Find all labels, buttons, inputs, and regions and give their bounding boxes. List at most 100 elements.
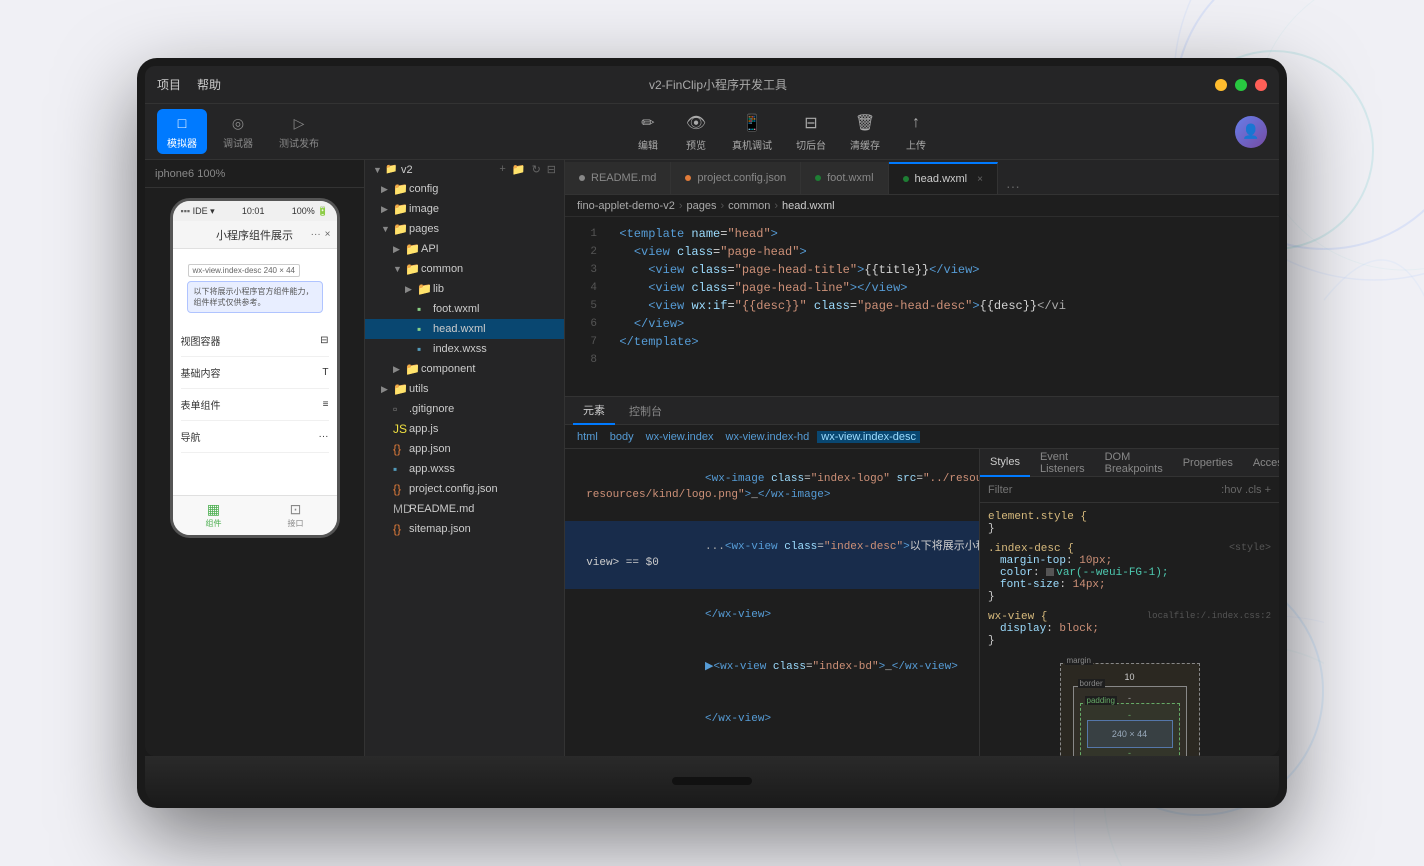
collapse-icon[interactable]: ⊟ (547, 163, 556, 176)
tree-item-utils[interactable]: ▶ 📁 utils (365, 379, 564, 399)
tree-item-app-json[interactable]: ▶ {} app.json (365, 439, 564, 459)
code-editor[interactable]: 1 2 3 4 5 6 7 8 <template name="head"> <… (565, 217, 1279, 396)
tree-item-component[interactable]: ▶ 📁 component (365, 359, 564, 379)
line-num-7: 7 (565, 333, 597, 351)
bottom-tab-elements[interactable]: 元素 (573, 397, 615, 425)
new-folder-icon[interactable]: 📁 (512, 163, 526, 176)
styles-tab-properties[interactable]: Properties (1173, 449, 1243, 477)
menu-item-nav[interactable]: 导航 ··· (181, 421, 329, 453)
bottom-tab-console[interactable]: 控制台 (619, 397, 672, 425)
tree-item-image[interactable]: ▶ 📁 image (365, 199, 564, 219)
breadcrumb-pages[interactable]: pages (687, 200, 717, 212)
refresh-icon[interactable]: ↻ (532, 163, 541, 176)
debug-button[interactable]: ◎ 调试器 (213, 109, 263, 154)
tree-item-sitemap[interactable]: ▶ {} sitemap.json (365, 519, 564, 539)
tree-item-lib[interactable]: ▶ 📁 lib (365, 279, 564, 299)
preview-icon: 👁 (684, 111, 708, 135)
toolbar-actions: ✏ 编辑 👁 预览 📱 真机调试 ⊟ 切后台 (337, 111, 1227, 152)
image-label: image (409, 203, 439, 215)
styles-tab-styles[interactable]: Styles (980, 449, 1030, 477)
elem-html[interactable]: html (573, 431, 602, 443)
minimize-button[interactable] (1215, 79, 1227, 91)
app-title-text: v2-FinClip小程序开发工具 (649, 78, 787, 92)
device-debug-action[interactable]: 📱 真机调试 (732, 111, 772, 152)
breadcrumb-root[interactable]: fino-applet-demo-v2 (577, 200, 675, 212)
tree-item-app-wxss[interactable]: ▶ ▪ app.wxss (365, 459, 564, 479)
folder-icon-api: 📁 (405, 242, 421, 256)
styles-filter-input[interactable] (988, 484, 1213, 496)
file-icon-project-config: {} (393, 482, 409, 496)
close-nav-icon[interactable]: × (325, 229, 331, 240)
tab-foot-wxml[interactable]: foot.wxml (801, 162, 888, 194)
preview-action[interactable]: 👁 预览 (684, 111, 708, 152)
tab-components[interactable]: ▦ 组件 (173, 496, 255, 535)
head-wxml-tab-close[interactable]: × (977, 174, 983, 185)
toolbar-mode-buttons: □ 模拟器 ◎ 调试器 ▷ 测试发布 (157, 109, 329, 154)
menu-help[interactable]: 帮助 (197, 76, 221, 93)
styles-tab-event-listeners[interactable]: Event Listeners (1030, 449, 1095, 477)
menu-project[interactable]: 项目 (157, 76, 181, 93)
tab-more-button[interactable]: ··· (998, 178, 1028, 194)
edit-action[interactable]: ✏ 编辑 (636, 111, 660, 152)
more-icon[interactable]: ··· (311, 229, 321, 240)
style-rule-index-desc: .index-desc { <style> margin-top: 10px; … (980, 539, 1279, 607)
html-line-5[interactable]: </wx-view> (565, 693, 979, 745)
tree-item-app-js[interactable]: ▶ JS app.js (365, 419, 564, 439)
breadcrumb-current[interactable]: head.wxml (782, 200, 835, 212)
app-nav-title: 小程序组件展示 (216, 227, 293, 243)
cut-action[interactable]: ⊟ 切后台 (796, 111, 826, 152)
tree-item-api[interactable]: ▶ 📁 API (365, 239, 564, 259)
styles-tab-accessibility[interactable]: Accessibility (1243, 449, 1279, 477)
tree-item-gitignore[interactable]: ▶ ▫ .gitignore (365, 399, 564, 419)
tree-item-readme[interactable]: ▶ MD README.md (365, 499, 564, 519)
styles-tabs-bar: Styles Event Listeners DOM Breakpoints P… (980, 449, 1279, 477)
html-line-4[interactable]: ▶<wx-view class="index-bd">_</wx-view> (565, 641, 979, 693)
tree-item-project-config[interactable]: ▶ {} project.config.json (365, 479, 564, 499)
html-line-3[interactable]: </wx-view> (565, 589, 979, 641)
upload-action[interactable]: ↑ 上传 (904, 111, 928, 152)
tree-item-foot-wxml[interactable]: ▶ ▪ foot.wxml (365, 299, 564, 319)
styles-tab-dom-breakpoints[interactable]: DOM Breakpoints (1095, 449, 1173, 477)
content-size: 240 × 44 (1112, 729, 1147, 739)
tab-head-wxml[interactable]: head.wxml × (889, 162, 998, 194)
new-file-icon[interactable]: + (499, 163, 505, 176)
html-tree[interactable]: <wx-image class="index-logo" src="../res… (565, 449, 979, 756)
tab-readme[interactable]: README.md (565, 162, 671, 194)
menu-item-views[interactable]: 视图容器 ⊟ (181, 325, 329, 357)
phone-frame: ▪▪▪ IDE ▾ 10:01 100% 🔋 (170, 198, 340, 538)
close-button[interactable] (1255, 79, 1267, 91)
folder-icon-pages: 📁 (393, 222, 409, 236)
line-num-4: 4 (565, 279, 597, 297)
element-label: wx-view.index-desc 240 × 44 (188, 264, 301, 277)
elem-wx-view-index-desc[interactable]: wx-view.index-desc (817, 431, 920, 443)
menu-icon-basic: T (322, 367, 328, 378)
tree-item-config[interactable]: ▶ 📁 config (365, 179, 564, 199)
elem-body[interactable]: body (606, 431, 638, 443)
tree-item-common[interactable]: ▼ 📁 common (365, 259, 564, 279)
tab-project-config[interactable]: project.config.json (671, 162, 801, 194)
cut-label: 切后台 (796, 137, 826, 152)
menu-item-form[interactable]: 表单组件 ≡ (181, 389, 329, 421)
tree-root[interactable]: ▼ 📁 v2 + 📁 ↻ ⊟ (365, 160, 564, 179)
elem-wx-view-index[interactable]: wx-view.index (642, 431, 718, 443)
menu-icon-nav: ··· (319, 431, 329, 442)
clear-cache-action[interactable]: 🗑 清缓存 (850, 111, 880, 152)
tree-item-head-wxml[interactable]: ▶ ▪ head.wxml (365, 319, 564, 339)
simulate-button[interactable]: □ 模拟器 (157, 109, 207, 154)
maximize-button[interactable] (1235, 79, 1247, 91)
tab-api[interactable]: ⊡ 接口 (255, 496, 337, 535)
menu-label-basic: 基础内容 (181, 365, 221, 380)
user-avatar[interactable]: 👤 (1235, 116, 1267, 148)
debug-icon: ◎ (228, 113, 248, 133)
breadcrumb-common[interactable]: common (728, 200, 770, 212)
elem-wx-view-index-hd[interactable]: wx-view.index-hd (722, 431, 814, 443)
file-icon-app-json: {} (393, 442, 409, 456)
menu-item-basic[interactable]: 基础内容 T (181, 357, 329, 389)
html-line-1[interactable]: <wx-image class="index-logo" src="../res… (565, 453, 979, 521)
html-line-6[interactable]: </body> (565, 745, 979, 756)
tree-item-index-wxss[interactable]: ▶ ▪ index.wxss (365, 339, 564, 359)
common-arrow: ▼ (393, 264, 405, 274)
tree-item-pages[interactable]: ▼ 📁 pages (365, 219, 564, 239)
html-line-highlighted[interactable]: ...<wx-view class="index-desc">以下将展示小程序官… (565, 521, 979, 589)
test-button[interactable]: ▷ 测试发布 (269, 109, 329, 154)
